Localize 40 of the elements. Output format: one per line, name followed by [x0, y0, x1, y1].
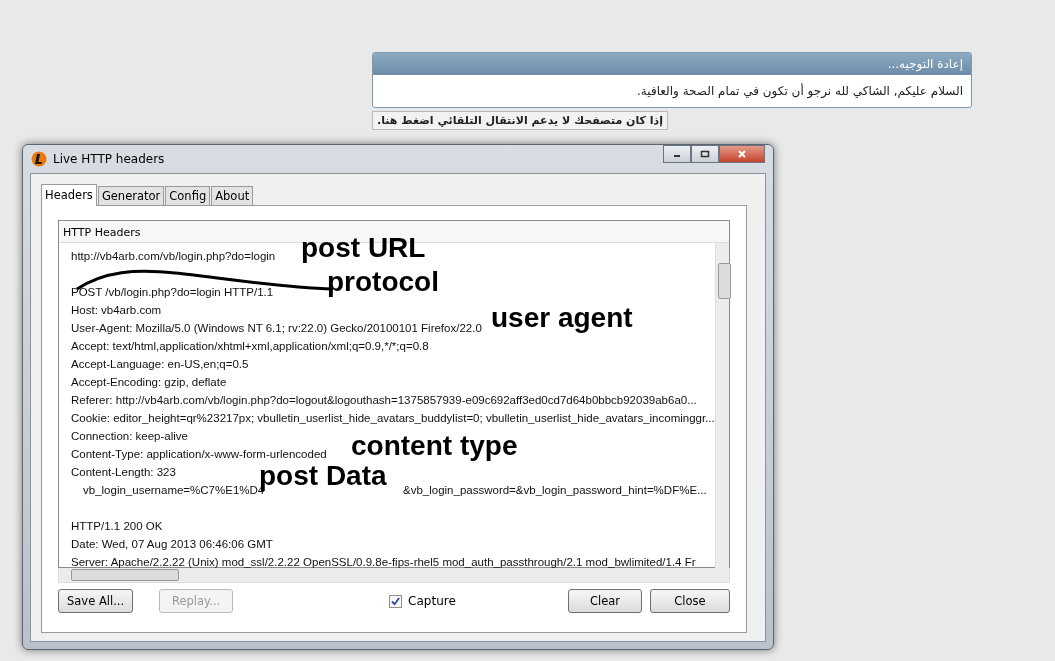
- save-all-button[interactable]: Save All...: [58, 589, 134, 613]
- horizontal-scrollbar[interactable]: [58, 568, 730, 583]
- tab[interactable]: Headers: [41, 184, 97, 206]
- tab[interactable]: About: [211, 186, 254, 205]
- annotation-label: user agent: [491, 303, 633, 333]
- header-line: POST /vb/login.php?do=login HTTP/1.1: [71, 286, 274, 298]
- redirect-message: السلام عليكم, الشاكي لله نرجو أن تكون في تمام الصحة والعافية.: [636, 82, 964, 101]
- window-title: Live HTTP headers: [53, 152, 165, 166]
- minimize-button[interactable]: [663, 145, 691, 163]
- app-logo-icon: [31, 151, 47, 167]
- redirect-title: إعادة التوجيه...: [373, 53, 971, 75]
- close-button[interactable]: Close: [650, 589, 730, 613]
- annotation-label: protocol: [327, 267, 439, 297]
- header-line: Date: Wed, 07 Aug 2013 06:46:06 GMT: [71, 538, 273, 550]
- header-line: Server: Apache/2.2.22 (Unix) mod_ssl/2.2.22 OpenSSL/0.9.8e-fips-rhel5 mod_auth_passthrough/2.1 mod_bwlimited/1.4 Fr: [71, 556, 696, 568]
- vertical-scrollbar[interactable]: [714, 243, 729, 571]
- maximize-button[interactable]: [691, 145, 719, 163]
- header-line: Accept: text/html,application/xhtml+xml,application/xml;q=0.9,*/*;q=0.8: [71, 340, 429, 352]
- header-line: Accept-Language: en-US,en;q=0.5: [71, 358, 249, 370]
- header-line: User-Agent: Mozilla/5.0 (Windows NT 6.1; rv:22.0) Gecko/20100101 Firefox/22.0: [71, 322, 482, 334]
- clear-button[interactable]: Clear: [568, 589, 642, 613]
- tab[interactable]: Generator: [97, 186, 165, 205]
- header-line: Accept-Encoding: gzip, deflate: [71, 376, 227, 388]
- capture-checkbox[interactable]: [389, 594, 403, 608]
- header-line: Host: vb4arb.com: [71, 304, 162, 316]
- header-line: http://vb4arb.com/vb/login.php?do=login: [71, 250, 276, 262]
- header-line: &vb_login_password=&vb_login_password_hint=%DF%E...: [403, 484, 707, 496]
- header-line: Connection: keep-alive: [71, 430, 188, 442]
- header-line: Cookie: editor_height=qr%23217px; vbulletin_userlist_hide_avatars_buddylist=0; vbulletin_userlist_hide_avatars_incominggr...: [71, 412, 715, 424]
- maximize-icon: [700, 149, 710, 159]
- header-line: Referer: http://vb4arb.com/vb/login.php?do=logout&logouthash=1375857939-e09c692aff3ed0cd7d64b0bbcb92039ab6a0...: [71, 394, 697, 406]
- header-line: HTTP/1.1 200 OK: [71, 520, 163, 532]
- tab[interactable]: Config: [165, 186, 211, 205]
- header-line: Content-Type: application/x-www-form-urlencoded: [71, 448, 327, 460]
- close-window-button[interactable]: [719, 145, 765, 163]
- header-line: Content-Length: 323: [71, 466, 176, 478]
- capture-label: Capture: [408, 594, 456, 608]
- close-icon: [737, 149, 747, 159]
- redirect-link-button[interactable]: إذا كان متصفحك لا يدعم الانتقال التلقائي اضغط هنا.: [372, 111, 668, 130]
- annotation-label: content type: [351, 431, 518, 461]
